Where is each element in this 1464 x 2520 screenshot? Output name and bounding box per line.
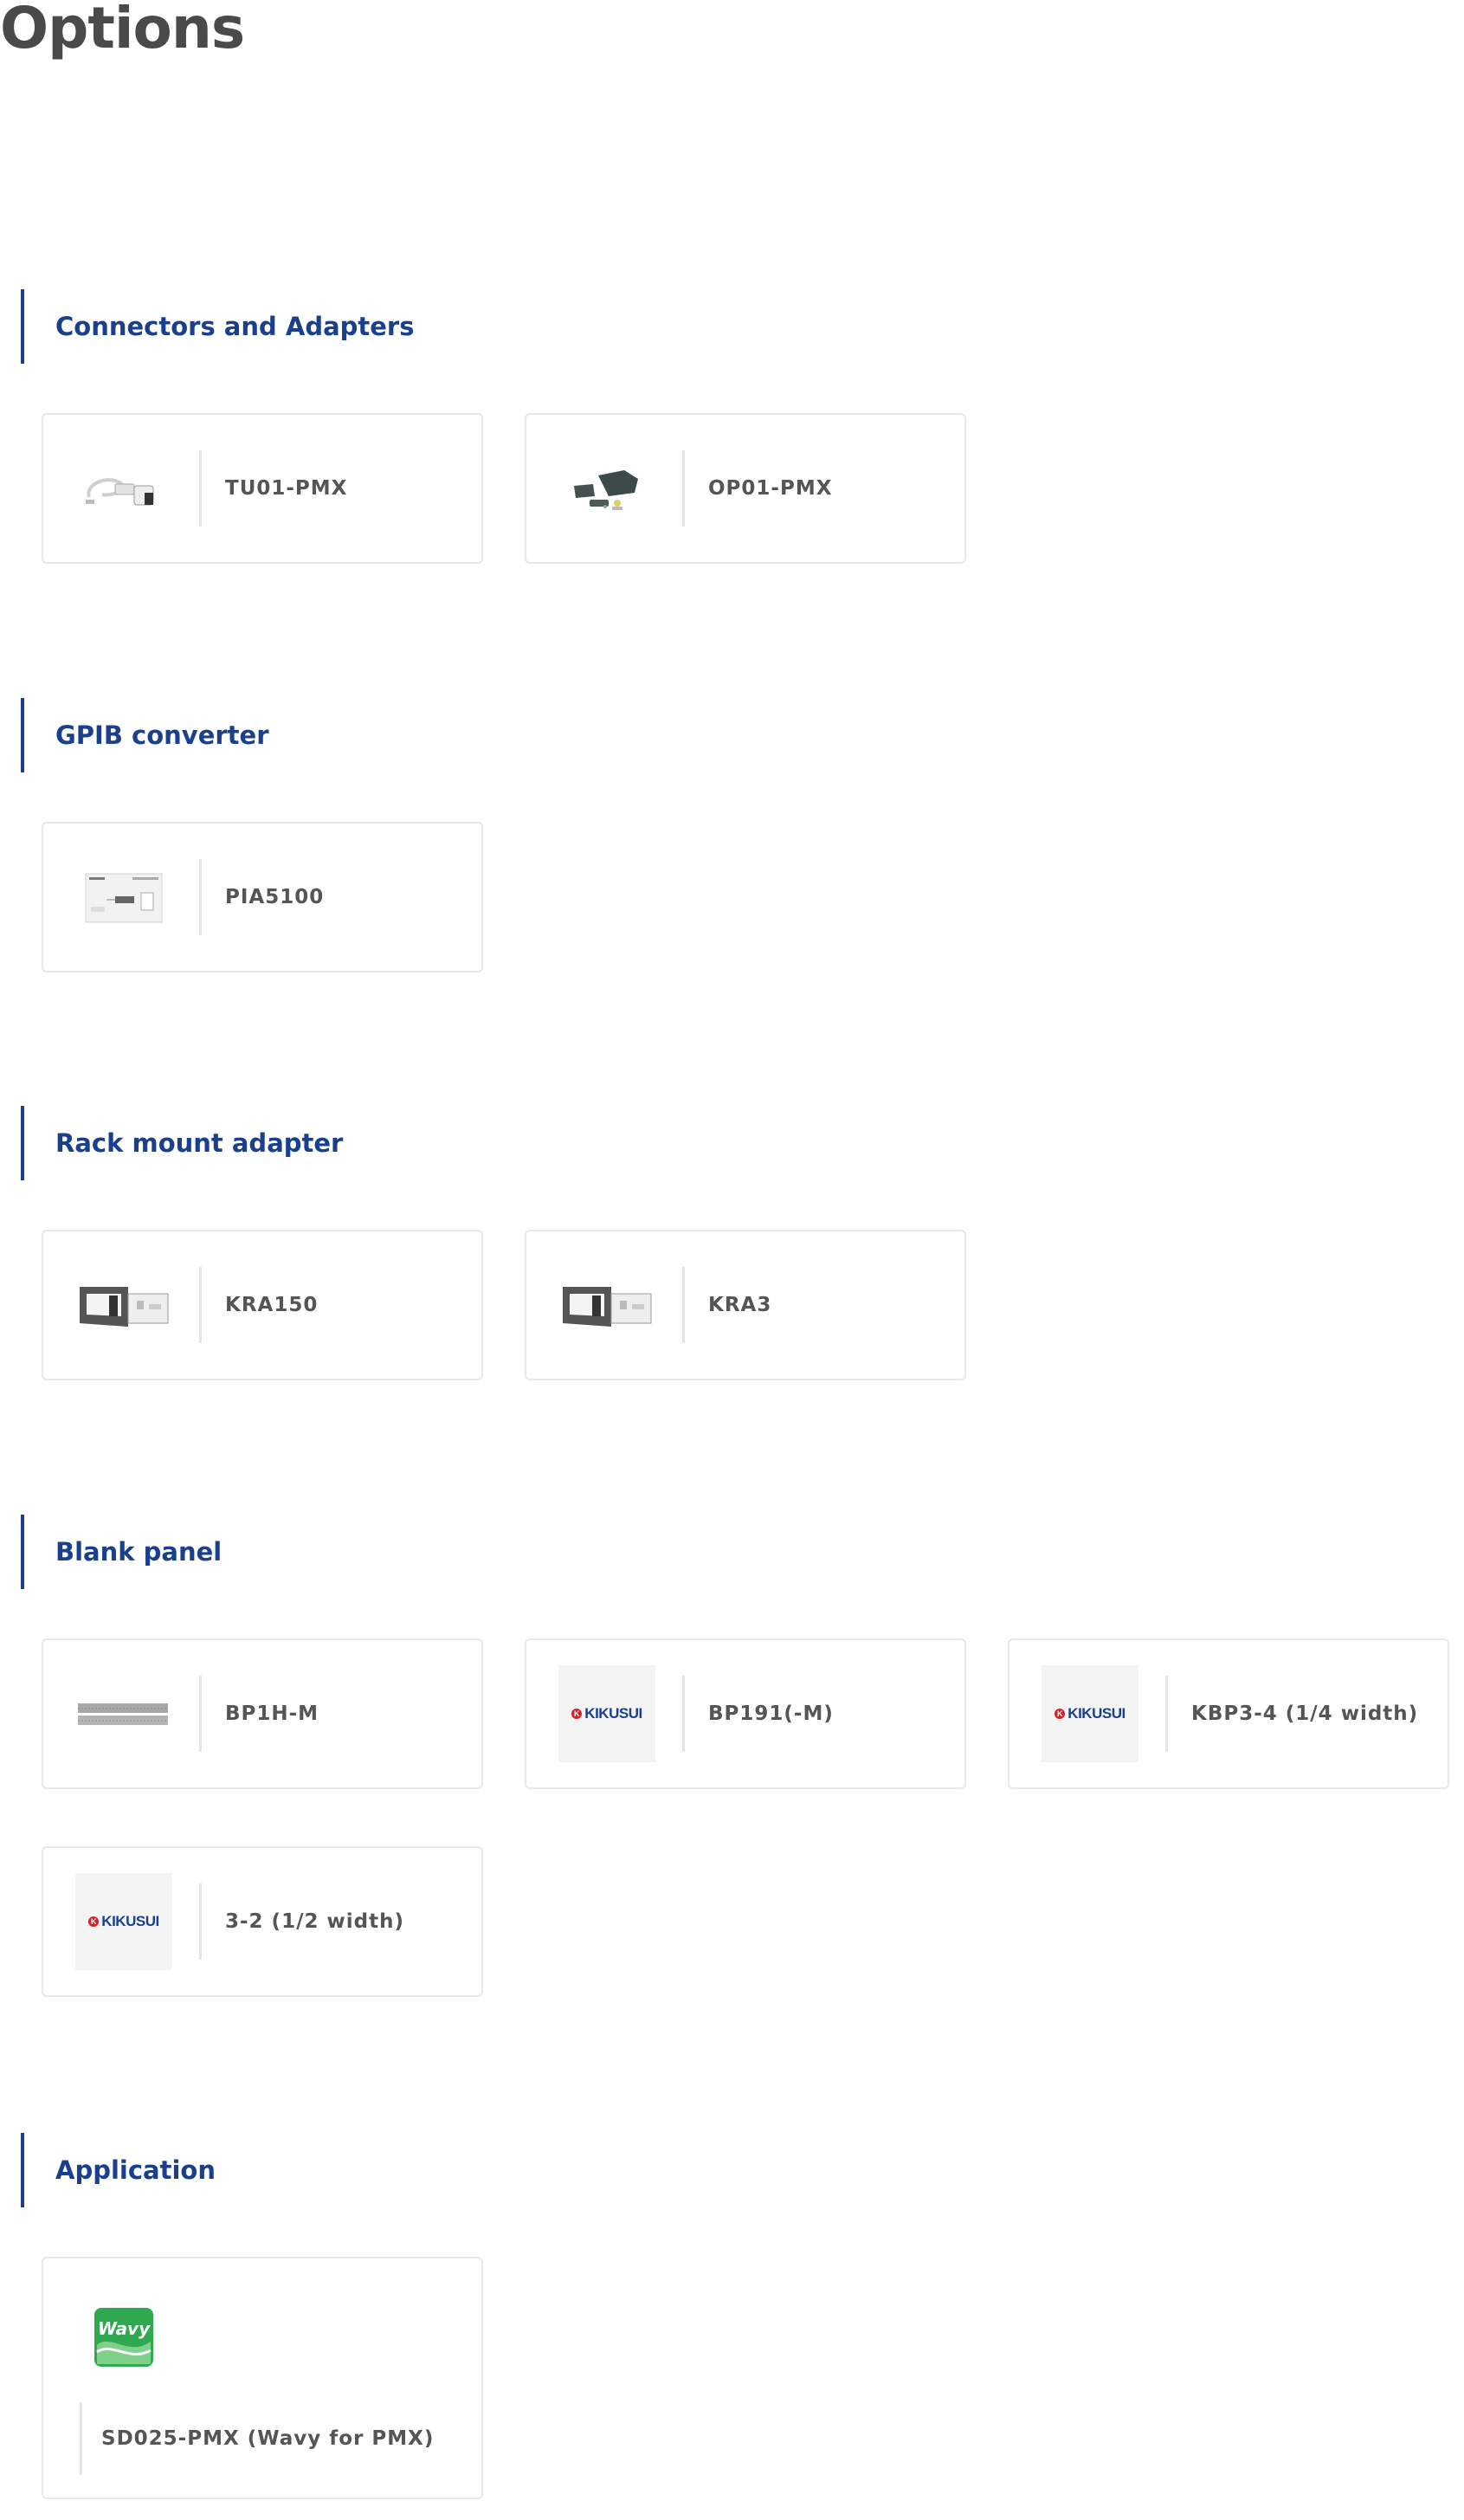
kikusui-logo: K KIKUSUI	[1041, 1664, 1139, 1763]
option-label: KBP3-4 (1/4 width)	[1191, 1703, 1419, 1725]
option-label: 3-2 (1/2 width)	[225, 1910, 404, 1933]
option-label: BP191(-M)	[708, 1703, 834, 1725]
wavy-app-icon: Wavy	[94, 2307, 154, 2368]
card-divider	[199, 1884, 202, 1960]
section-heading-application: Application	[21, 2133, 216, 2207]
option-label: BP1H-M	[225, 1703, 319, 1725]
blank-panel-icon	[74, 1664, 173, 1763]
option-label: OP01-PMX	[708, 477, 833, 500]
option-label: KRA3	[708, 1294, 772, 1316]
card-divider	[199, 450, 202, 527]
option-card-bp191-m[interactable]: K KIKUSUI BP191(-M)	[525, 1638, 966, 1789]
option-card-sd025-pmx[interactable]: Wavy SD025-PMX (Wavy for PMX)	[42, 2257, 483, 2499]
card-divider	[199, 1676, 202, 1752]
section-heading-rack-mount: Rack mount adapter	[21, 1106, 343, 1180]
option-label: TU01-PMX	[225, 477, 348, 500]
section-heading-connectors: Connectors and Adapters	[21, 289, 415, 364]
card-divider	[682, 450, 685, 527]
option-card-kra150[interactable]: KRA150	[42, 1230, 483, 1380]
card-divider	[682, 1676, 685, 1752]
rack-adapter-icon	[558, 1256, 656, 1354]
section-heading-gpib: GPIB converter	[21, 698, 269, 772]
option-card-op01-pmx[interactable]: OP01-PMX	[525, 413, 966, 564]
option-card-3-2[interactable]: K KIKUSUI 3-2 (1/2 width)	[42, 1846, 483, 1997]
card-divider	[199, 859, 202, 935]
section-title: Connectors and Adapters	[55, 312, 415, 341]
option-card-kra3[interactable]: KRA3	[525, 1230, 966, 1380]
section-title: Rack mount adapter	[55, 1128, 344, 1158]
option-card-pia5100[interactable]: PIA5100	[42, 822, 483, 972]
kikusui-logo: K KIKUSUI	[558, 1664, 656, 1763]
rack-adapter-icon	[74, 1256, 173, 1354]
option-card-bp1h-m[interactable]: BP1H-M	[42, 1638, 483, 1789]
card-divider	[682, 1267, 685, 1343]
section-heading-blank-panel: Blank panel	[21, 1515, 222, 1589]
connector-parts-icon	[558, 439, 656, 538]
kikusui-logo: K KIKUSUI	[74, 1872, 173, 1971]
option-label: KRA150	[225, 1294, 319, 1316]
option-label: PIA5100	[225, 886, 325, 908]
page-title: Options	[0, 0, 245, 61]
card-divider	[199, 1267, 202, 1343]
section-title: Blank panel	[55, 1537, 223, 1567]
card-divider	[1165, 1676, 1168, 1752]
option-card-kbp3-4[interactable]: K KIKUSUI KBP3-4 (1/4 width)	[1008, 1638, 1449, 1789]
cable-adapter-icon	[74, 439, 173, 538]
card-divider	[80, 2402, 82, 2475]
option-card-tu01-pmx[interactable]: TU01-PMX	[42, 413, 483, 564]
gpib-converter-icon	[74, 848, 173, 947]
svg-text:Wavy: Wavy	[98, 2318, 151, 2339]
section-title: GPIB converter	[55, 720, 269, 750]
option-label: SD025-PMX (Wavy for PMX)	[101, 2427, 435, 2450]
section-title: Application	[55, 2155, 216, 2185]
